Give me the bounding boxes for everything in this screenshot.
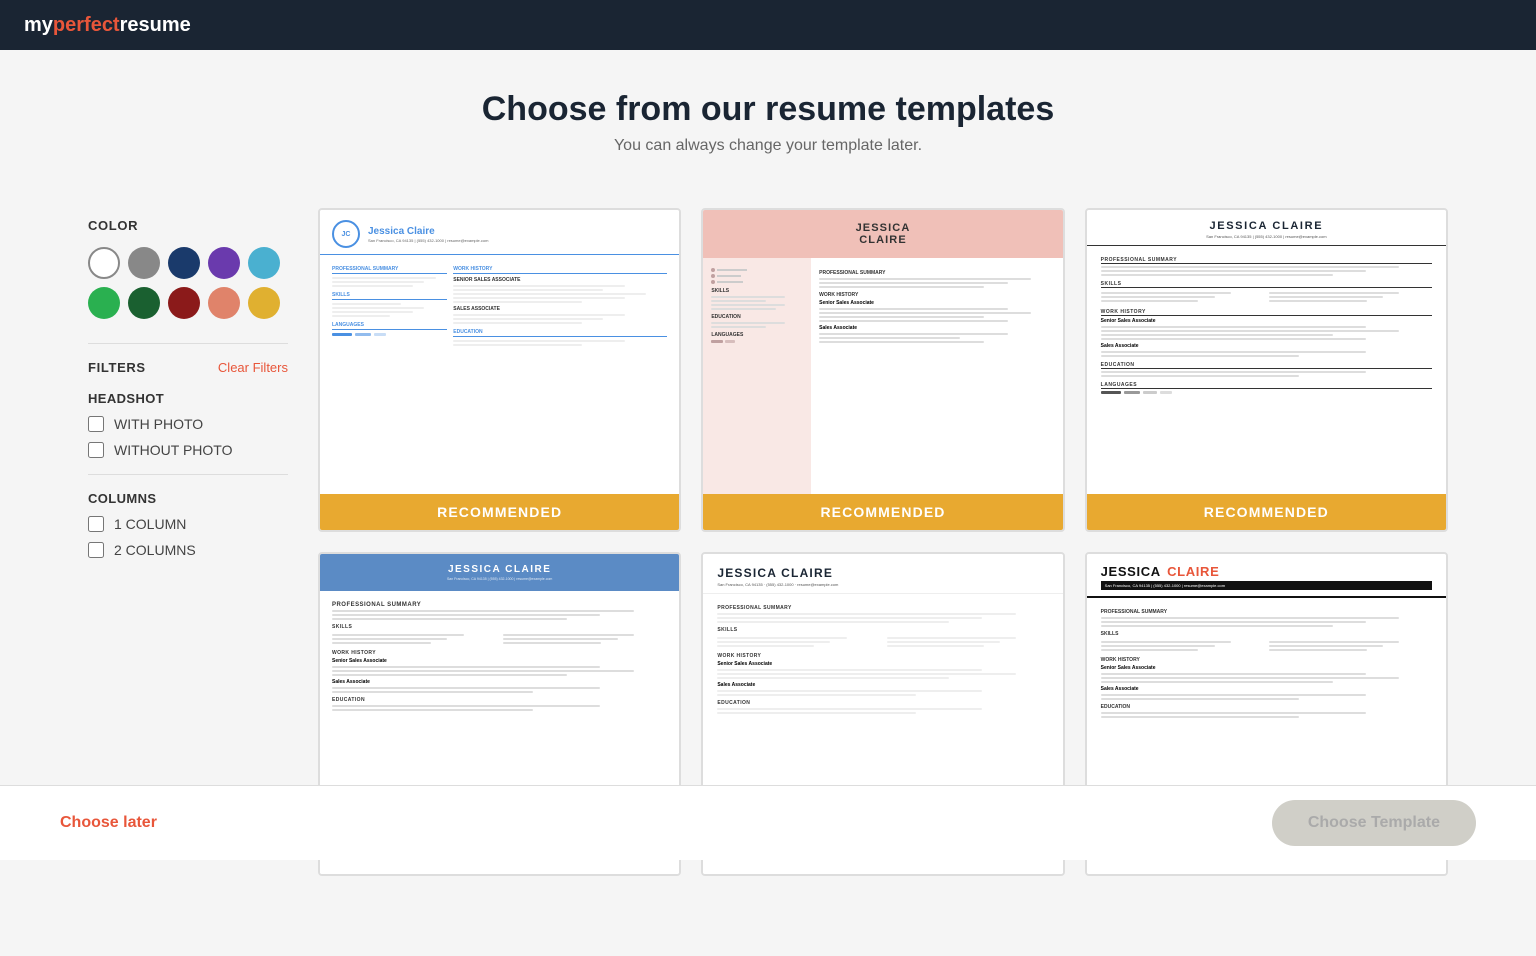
two-columns-checkbox[interactable]: 2 COLUMNS xyxy=(88,542,288,558)
templates-area: JC Jessica Claire San Francisco, CA 9413… xyxy=(318,208,1448,876)
choose-later-button[interactable]: Choose later xyxy=(60,814,157,832)
t1-contact: San Francisco, CA 94135 | (555) 432-1000… xyxy=(368,238,488,243)
filters-header: FILTERS Clear Filters xyxy=(88,360,288,375)
divider-1 xyxy=(88,343,288,344)
template-card-1[interactable]: JC Jessica Claire San Francisco, CA 9413… xyxy=(318,208,681,532)
color-section-title: COLOR xyxy=(88,218,288,233)
one-column-input[interactable] xyxy=(88,516,104,532)
color-swatch-dark-red[interactable] xyxy=(168,287,200,319)
logo-my: my xyxy=(24,14,53,36)
columns-filter-title: COLUMNS xyxy=(88,491,288,506)
one-column-label: 1 COLUMN xyxy=(114,516,186,532)
mini-resume-1: JC Jessica Claire San Francisco, CA 9413… xyxy=(320,210,679,530)
choose-template-button[interactable]: Choose Template xyxy=(1272,800,1476,846)
without-photo-checkbox[interactable]: WITHOUT PHOTO xyxy=(88,442,288,458)
two-columns-label: 2 COLUMNS xyxy=(114,542,196,558)
t4-contact: San Francisco, CA 94135 | (555) 432-1000… xyxy=(332,577,667,581)
title-area: Choose from our resume templates You can… xyxy=(88,90,1448,155)
without-photo-label: WITHOUT PHOTO xyxy=(114,442,232,458)
template-preview-1: JC Jessica Claire San Francisco, CA 9413… xyxy=(320,210,679,530)
color-swatch-dark-green[interactable] xyxy=(128,287,160,319)
t3-contact: San Francisco, CA 94135 | (555) 432-1000… xyxy=(1101,234,1432,239)
recommended-badge-3: RECOMMENDED xyxy=(1087,494,1446,530)
template-card-3[interactable]: Jessica Claire San Francisco, CA 94135 |… xyxy=(1085,208,1448,532)
color-swatch-yellow[interactable] xyxy=(248,287,280,319)
t4-name: JESSICA CLAIRE xyxy=(332,564,667,575)
content-wrapper: Choose from our resume templates You can… xyxy=(88,90,1448,876)
one-column-checkbox[interactable]: 1 COLUMN xyxy=(88,516,288,532)
logo-perfect: perfect xyxy=(53,14,120,36)
t5-contact: San Francisco, CA 94135 · (555) 432-1000… xyxy=(717,582,1048,587)
page-title: Choose from our resume templates xyxy=(88,90,1448,129)
mini-resume-3: Jessica Claire San Francisco, CA 94135 |… xyxy=(1087,210,1446,530)
t5-name: Jessica Claire xyxy=(717,566,1048,580)
t2-name: JESSICACLAIRE xyxy=(715,222,1050,246)
template-card-2[interactable]: JESSICACLAIRE SKILLS ED xyxy=(701,208,1064,532)
color-grid xyxy=(88,247,288,319)
page-subtitle: You can always change your template late… xyxy=(88,137,1448,155)
with-photo-input[interactable] xyxy=(88,416,104,432)
clear-filters-button[interactable]: Clear Filters xyxy=(218,360,288,375)
filters-title: FILTERS xyxy=(88,360,146,375)
header: myperfectresume xyxy=(0,0,1536,50)
with-photo-label: WITH PHOTO xyxy=(114,416,203,432)
templates-grid: JC Jessica Claire San Francisco, CA 9413… xyxy=(318,208,1448,876)
with-photo-checkbox[interactable]: WITH PHOTO xyxy=(88,416,288,432)
without-photo-input[interactable] xyxy=(88,442,104,458)
template-preview-3: Jessica Claire San Francisco, CA 94135 |… xyxy=(1087,210,1446,530)
sidebar: COLOR FILTERS Clear Fil xyxy=(88,208,288,876)
layout: COLOR FILTERS Clear Fil xyxy=(88,208,1448,876)
two-columns-input[interactable] xyxy=(88,542,104,558)
color-swatch-gray[interactable] xyxy=(128,247,160,279)
t6-name-accent: CLAIRE xyxy=(1167,564,1219,579)
logo-resume: resume xyxy=(120,14,191,36)
color-swatch-white[interactable] xyxy=(88,247,120,279)
color-swatch-teal[interactable] xyxy=(248,247,280,279)
t6-name: JESSICA xyxy=(1101,564,1165,579)
mini-resume-2: JESSICACLAIRE SKILLS ED xyxy=(703,210,1062,530)
recommended-badge-1: RECOMMENDED xyxy=(320,494,679,530)
t1-name: Jessica Claire xyxy=(368,226,488,237)
template-preview-2: JESSICACLAIRE SKILLS ED xyxy=(703,210,1062,530)
color-swatch-navy[interactable] xyxy=(168,247,200,279)
divider-2 xyxy=(88,474,288,475)
t6-highlighted: San Francisco, CA 94135 | (555) 432-1000… xyxy=(1101,581,1432,590)
t1-avatar: JC xyxy=(332,220,360,248)
t3-name: Jessica Claire xyxy=(1101,220,1432,232)
color-swatch-purple[interactable] xyxy=(208,247,240,279)
recommended-badge-2: RECOMMENDED xyxy=(703,494,1062,530)
headshot-filter-title: HEADSHOT xyxy=(88,391,288,406)
color-swatch-salmon[interactable] xyxy=(208,287,240,319)
bottom-bar: Choose later Choose Template xyxy=(0,785,1536,860)
logo: myperfectresume xyxy=(24,14,191,37)
color-swatch-green[interactable] xyxy=(88,287,120,319)
